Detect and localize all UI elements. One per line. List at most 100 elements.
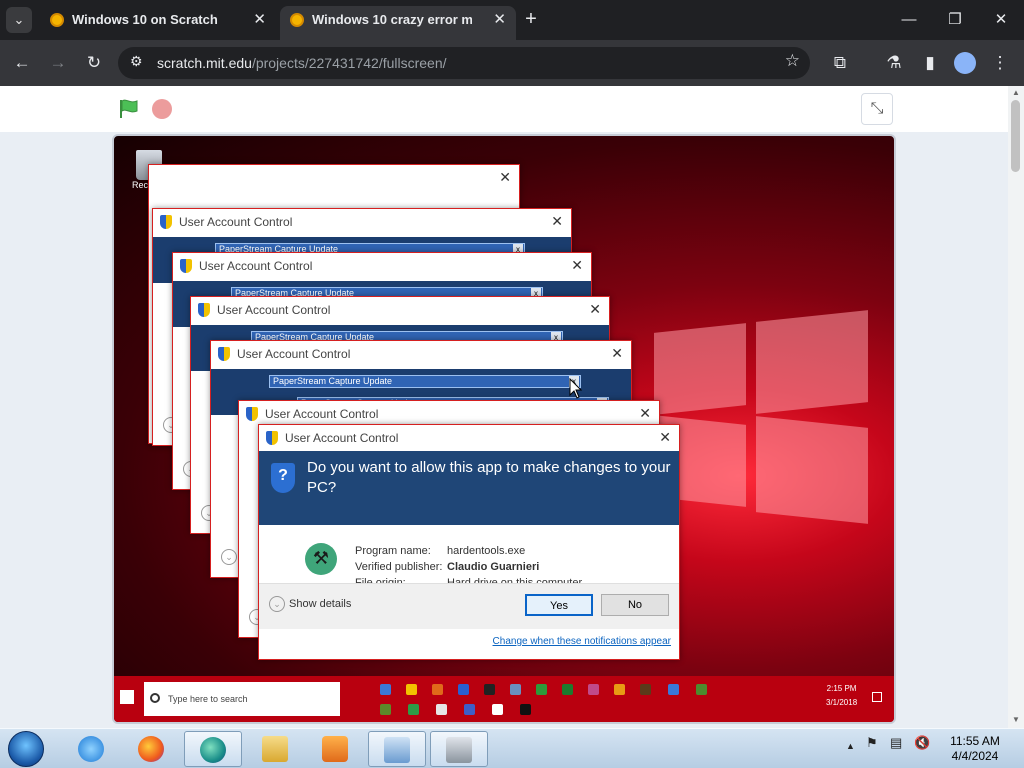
scratch-favicon-icon bbox=[290, 13, 304, 27]
green-flag-icon[interactable] bbox=[118, 98, 140, 120]
taskbar-app-icon[interactable] bbox=[380, 684, 391, 695]
profile-avatar[interactable] bbox=[954, 52, 976, 74]
uac-front-dialog[interactable]: User Account Control ✕ ? Do you want to … bbox=[258, 424, 680, 660]
scroll-down-icon[interactable]: ▼ bbox=[1011, 715, 1021, 724]
inner-dialog-title[interactable]: PaperStream Capture Updatex bbox=[269, 375, 581, 388]
menu-kebab-icon[interactable]: ⋮ bbox=[988, 51, 1012, 75]
system-clock[interactable]: 11:55 AM 4/4/2024 bbox=[940, 734, 1010, 764]
tray-expand-icon[interactable]: ▲ bbox=[846, 741, 855, 751]
bookmark-star-icon[interactable]: ☆ bbox=[785, 51, 800, 71]
win10-clock[interactable]: 2:15 PM 3/1/2018 bbox=[826, 682, 857, 710]
uac-title: User Account Control bbox=[179, 215, 293, 229]
taskbar-app-icon[interactable] bbox=[696, 684, 707, 695]
side-panel-icon[interactable]: ▮ bbox=[918, 51, 942, 75]
shield-icon bbox=[180, 259, 192, 273]
scroll-up-icon[interactable]: ▲ bbox=[1011, 88, 1021, 97]
chevron-down-icon[interactable]: ⌄ bbox=[269, 596, 285, 612]
tab-search-button[interactable]: ⌄ bbox=[6, 7, 32, 33]
stop-sign-icon[interactable] bbox=[152, 99, 172, 119]
close-window-button[interactable]: ✕ bbox=[989, 8, 1013, 32]
extensions-icon[interactable]: ⧉ bbox=[828, 51, 852, 75]
taskbar-app-icon[interactable] bbox=[510, 684, 521, 695]
no-button[interactable]: No bbox=[601, 594, 669, 616]
address-bar[interactable]: ⚙ scratch.mit.edu/projects/227431742/ful… bbox=[118, 47, 810, 79]
row-key: Program name: bbox=[355, 545, 431, 557]
uac-title: User Account Control bbox=[237, 347, 351, 361]
win10-start-icon[interactable] bbox=[120, 690, 134, 704]
close-icon[interactable]: ✕ bbox=[639, 405, 651, 422]
forward-icon[interactable]: → bbox=[46, 51, 70, 75]
close-icon[interactable]: ✕ bbox=[551, 213, 563, 230]
taskbar-app-icon[interactable] bbox=[436, 704, 447, 715]
taskbar-app-icon[interactable] bbox=[536, 684, 547, 695]
scroll-thumb[interactable] bbox=[1011, 100, 1020, 172]
win10-search-box[interactable]: Type here to search bbox=[144, 682, 340, 716]
notification-icon[interactable] bbox=[872, 692, 882, 702]
show-details-link[interactable]: Show details bbox=[289, 598, 351, 610]
taskbar-app-icon[interactable] bbox=[484, 684, 495, 695]
taskbar-app-icon[interactable] bbox=[640, 684, 651, 695]
close-icon[interactable]: ✕ bbox=[659, 429, 671, 446]
tab-close-icon[interactable]: ✕ bbox=[493, 6, 506, 34]
new-tab-button[interactable]: + bbox=[520, 8, 542, 30]
taskbar-app-icon[interactable] bbox=[588, 684, 599, 695]
restore-button[interactable]: ❐ bbox=[943, 8, 967, 32]
taskbar-app-icon[interactable] bbox=[520, 704, 531, 715]
close-icon[interactable]: ✕ bbox=[499, 169, 511, 186]
site-info-icon[interactable]: ⚙ bbox=[130, 53, 143, 70]
taskbar-ie[interactable] bbox=[62, 731, 120, 767]
taskbar-explorer[interactable] bbox=[246, 731, 304, 767]
taskbar-app-icon[interactable] bbox=[668, 684, 679, 695]
internet-explorer-icon bbox=[78, 736, 104, 762]
folder-icon bbox=[262, 736, 288, 762]
taskbar-media[interactable] bbox=[306, 731, 364, 767]
yes-button[interactable]: Yes bbox=[525, 594, 593, 616]
close-icon[interactable]: ✕ bbox=[589, 301, 601, 318]
tab-crazy-error-maker[interactable]: Windows 10 crazy error maker ✕ bbox=[280, 6, 516, 40]
program-name-row: Program name: hardentools.exe bbox=[355, 543, 582, 559]
taskbar-app-icon[interactable] bbox=[432, 684, 443, 695]
win7-taskbar: ▲ ⚑ ▤ 🔇 11:55 AM 4/4/2024 bbox=[0, 728, 1024, 768]
taskbar-app-icon[interactable] bbox=[464, 704, 475, 715]
url-text[interactable]: scratch.mit.edu/projects/227431742/fulls… bbox=[157, 55, 447, 71]
shield-icon bbox=[266, 431, 278, 445]
flag-icon[interactable]: ⚑ bbox=[866, 735, 878, 751]
win10-taskbar: Type here to search 2:15 PM 3/1/2018 bbox=[114, 676, 894, 722]
publisher-row: Verified publisher: Claudio Guarnieri bbox=[355, 559, 582, 575]
scratch-stage[interactable]: Recycl ✕ User Account Control ✕ PaperStr… bbox=[112, 134, 896, 724]
inner-dialog-title-text: PaperStream Capture Update bbox=[273, 376, 393, 386]
mouse-cursor-icon bbox=[569, 378, 583, 399]
taskbar-app-icon[interactable] bbox=[562, 684, 573, 695]
taskbar-app-icon[interactable] bbox=[380, 704, 391, 715]
firefox-icon bbox=[138, 736, 164, 762]
close-icon[interactable]: ✕ bbox=[571, 257, 583, 274]
win10-date: 3/1/2018 bbox=[826, 698, 858, 707]
tab-close-icon[interactable]: ✕ bbox=[253, 6, 266, 34]
volume-muted-icon[interactable]: 🔇 bbox=[914, 735, 930, 751]
reload-icon[interactable]: ↻ bbox=[82, 51, 106, 75]
minimize-button[interactable]: — bbox=[897, 8, 921, 32]
labs-flask-icon[interactable]: ⚗ bbox=[882, 51, 906, 75]
exit-fullscreen-button[interactable]: ⤡ bbox=[861, 93, 893, 125]
taskbar-control-panel[interactable] bbox=[368, 731, 426, 767]
chevron-down-icon[interactable]: ⌄ bbox=[221, 549, 237, 565]
back-icon[interactable]: ← bbox=[10, 51, 34, 75]
change-notifications-link[interactable]: Change when these notifications appear bbox=[493, 636, 671, 647]
shield-icon bbox=[198, 303, 210, 317]
taskbar-app-icon[interactable] bbox=[408, 704, 419, 715]
page-scrollbar[interactable]: ▲ ▼ bbox=[1008, 86, 1024, 728]
taskbar-app[interactable] bbox=[430, 731, 488, 767]
taskbar-app-icon[interactable] bbox=[458, 684, 469, 695]
network-icon[interactable]: ▤ bbox=[890, 735, 902, 751]
taskbar-edge[interactable] bbox=[184, 731, 242, 767]
close-icon[interactable]: ✕ bbox=[611, 345, 623, 362]
row-value: Claudio Guarnieri bbox=[447, 561, 540, 573]
start-orb-icon[interactable] bbox=[8, 731, 44, 767]
clock-time: 11:55 AM bbox=[950, 734, 1000, 748]
taskbar-app-icon[interactable] bbox=[406, 684, 417, 695]
row-value: hardentools.exe bbox=[447, 545, 526, 557]
taskbar-app-icon[interactable] bbox=[614, 684, 625, 695]
tab-windows10-on-scratch[interactable]: Windows 10 on Scratch ✕ bbox=[40, 6, 276, 40]
taskbar-app-icon[interactable] bbox=[492, 704, 503, 715]
taskbar-firefox[interactable] bbox=[122, 731, 180, 767]
